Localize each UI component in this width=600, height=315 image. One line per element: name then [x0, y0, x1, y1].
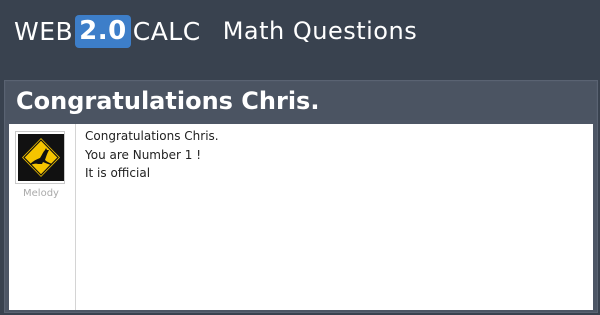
- logo-version: 2.0: [75, 14, 131, 48]
- top-bar: WEB 2.0 CALC Math Questions: [0, 0, 600, 66]
- body-line: You are Number 1 !: [85, 147, 201, 162]
- author-name[interactable]: Melody: [16, 188, 66, 199]
- kangaroo-road-sign-icon: [18, 134, 64, 181]
- logo-web: WEB: [14, 16, 74, 46]
- logo-calc: CALC: [132, 16, 201, 46]
- question-body: Congratulations Chris. You are Number 1 …: [85, 127, 219, 183]
- avatar[interactable]: [15, 131, 65, 184]
- section-title[interactable]: Math Questions: [223, 17, 418, 45]
- body-line: It is official: [85, 166, 151, 180]
- question-title: Congratulations Chris.: [16, 87, 320, 115]
- body-line: Congratulations Chris.: [85, 129, 219, 143]
- site-logo[interactable]: WEB 2.0 CALC Math Questions: [14, 14, 417, 48]
